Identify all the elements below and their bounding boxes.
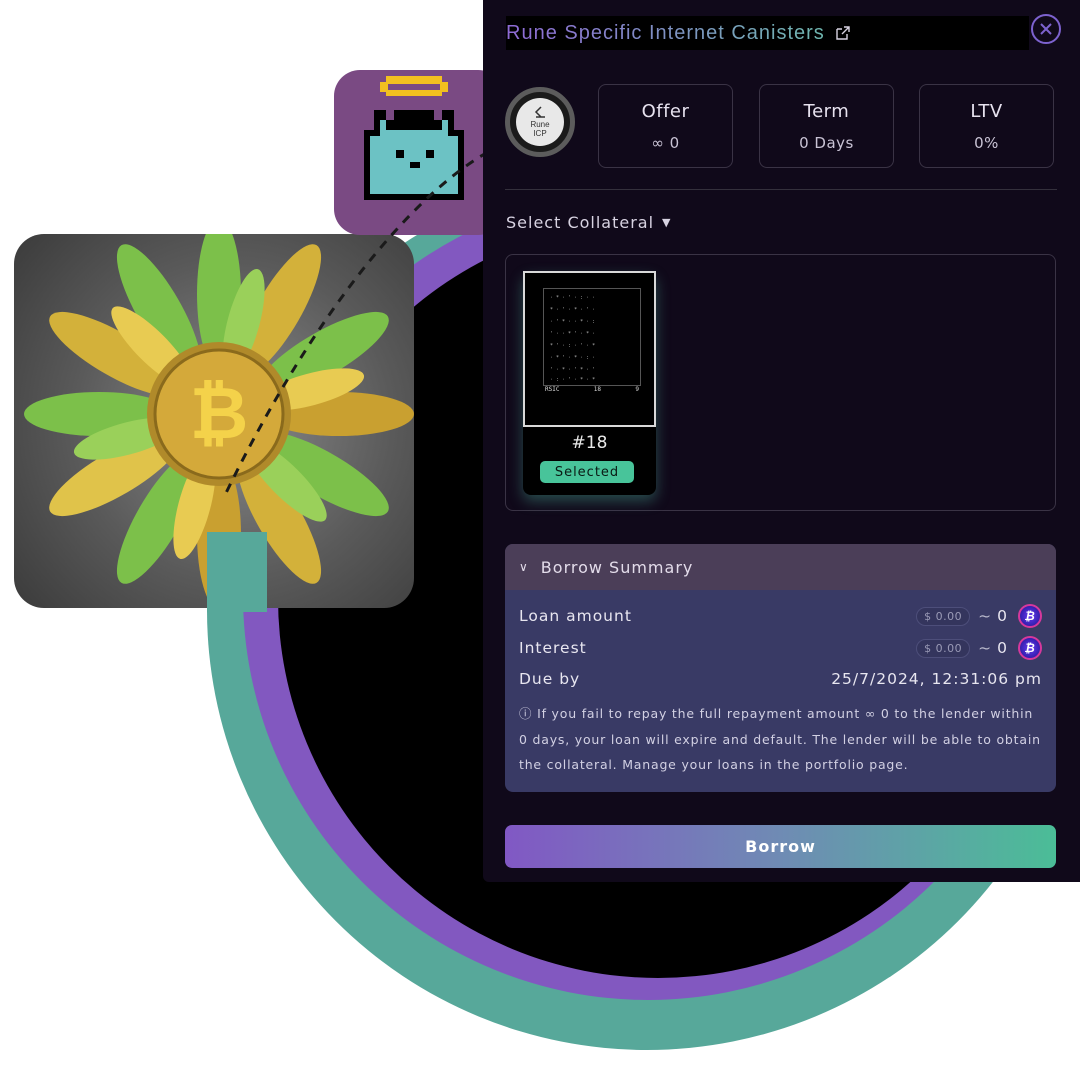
borrow-summary: ∨ Borrow Summary Loan amount $ 0.00 ~ 0 … (505, 544, 1056, 792)
svg-text:' · * · ' * · ': ' · * · ' * · ' (550, 367, 595, 373)
borrow-modal: Rune Specific Internet Canisters Rune IC… (483, 0, 1080, 882)
offer-value: ∞ 0 (651, 133, 680, 152)
collection-logo: Rune ICP (505, 87, 575, 157)
svg-text:· * ' · * · : ·: · * ' · * · : · (550, 355, 595, 361)
caret-down-icon: ▼ (662, 216, 672, 229)
svg-text:· * · ' · : · ·: · * · ' · : · · (550, 295, 595, 301)
approx-sign: ~ (978, 639, 993, 657)
due-by-value: 25/7/2024, 12:31:06 pm (831, 670, 1042, 688)
select-collateral-dropdown[interactable]: Select Collateral ▼ (506, 213, 672, 232)
logo-text-line-1: Rune (530, 120, 550, 129)
svg-text:· : · ' · * · *: · : · ' · * · * (550, 377, 595, 383)
pixel-cat-image (334, 70, 504, 235)
ltv-label: LTV (970, 100, 1003, 122)
close-icon (1040, 23, 1052, 35)
selected-badge: Selected (540, 461, 634, 483)
collateral-list: · * · ' · : · · * · ' · * · ' · · ' * · … (505, 254, 1056, 511)
svg-text:* · ' · * · ' ·: * · ' · * · ' · (550, 307, 595, 313)
nft-footer-left: RSIC (545, 386, 560, 393)
svg-text:₿: ₿ (190, 371, 249, 455)
due-by-row: Due by 25/7/2024, 12:31:06 pm (519, 670, 1042, 688)
nft-id-label: #18 (571, 433, 608, 453)
external-link-icon[interactable] (835, 25, 851, 41)
loan-usd-value: $ 0.00 (916, 606, 971, 626)
svg-text:' · · * ' · * ·: ' · · * ' · * · (550, 331, 595, 337)
title-bar: Rune Specific Internet Canisters (506, 16, 1029, 50)
interest-usd-value: $ 0.00 (916, 638, 971, 658)
approx-sign: ~ (978, 607, 993, 625)
ltv-value: 0% (974, 133, 999, 152)
term-label: Term (803, 100, 850, 122)
nft-footer: RSIC 18 9 (545, 386, 639, 393)
select-collateral-label: Select Collateral (506, 213, 655, 232)
nft-footer-right: 9 (635, 386, 639, 393)
svg-text:· ' * · · * · :: · ' * · · * · : (550, 319, 595, 325)
close-button[interactable] (1031, 14, 1061, 44)
repayment-notice: ⓘ If you fail to repay the full repaymen… (519, 701, 1044, 778)
logo-text-line-2: ICP (533, 129, 547, 138)
interest-label: Interest (519, 639, 587, 657)
loan-amount-row: Loan amount $ 0.00 ~ 0 ₿ (519, 604, 1042, 628)
nft-footer-mid: 18 (593, 386, 602, 393)
borrow-summary-header[interactable]: ∨ Borrow Summary (505, 544, 1056, 590)
svg-text:* ' · : · ' · *: * ' · : · ' · * (550, 343, 595, 349)
interest-row: Interest $ 0.00 ~ 0 ₿ (519, 636, 1042, 660)
ltv-stat: LTV 0% (919, 84, 1054, 168)
offer-stat: Offer ∞ 0 (598, 84, 733, 168)
bitcoin-icon: ₿ (1018, 604, 1042, 628)
offer-label: Offer (641, 100, 690, 122)
repayment-notice-text: If you fail to repay the full repayment … (519, 706, 1041, 772)
loan-amount-label: Loan amount (519, 607, 632, 625)
due-by-label: Due by (519, 670, 581, 688)
interest-value: 0 (997, 639, 1008, 657)
nft-card[interactable]: · * · ' · : · · * · ' · * · ' · · ' * · … (523, 271, 656, 495)
bitcoin-icon: ₿ (1018, 636, 1042, 660)
divider (505, 189, 1057, 190)
nft-grid-art: · * · ' · : · · * · ' · * · ' · · ' * · … (543, 288, 641, 386)
borrow-summary-title: Borrow Summary (540, 557, 694, 577)
collection-title[interactable]: Rune Specific Internet Canisters (506, 22, 825, 45)
term-value: 0 Days (799, 133, 854, 152)
rune-logo-icon (534, 106, 545, 118)
term-stat: Term 0 Days (759, 84, 894, 168)
loan-amount-value: 0 (997, 607, 1008, 625)
borrow-button[interactable]: Borrow (505, 825, 1056, 868)
chevron-down-icon: ∨ (519, 560, 529, 574)
info-icon: ⓘ (519, 706, 533, 721)
teal-accent-decoration (207, 532, 267, 612)
nft-image: · * · ' · : · · * · ' · * · ' · · ' * · … (523, 271, 656, 427)
